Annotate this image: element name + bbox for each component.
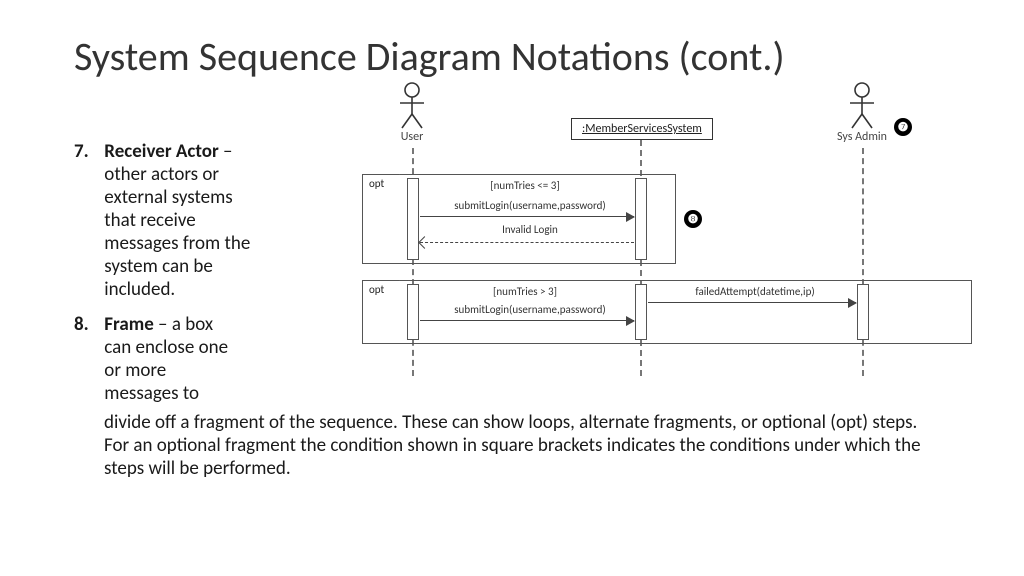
slide-title: System Sequence Diagram Notations (cont.… — [74, 34, 785, 80]
message-failed-attempt: failedAttempt(datetime,ip) — [670, 285, 840, 298]
frame-label: opt — [362, 280, 400, 298]
sequence-diagram: User :MemberServicesSystem Sys Admin opt… — [280, 86, 1000, 376]
message-submit-login-2: submitLogin(username,password) — [430, 303, 630, 316]
message-invalid-login: Invalid Login — [470, 223, 590, 236]
actor-sysadmin-label: Sys Admin — [822, 130, 902, 144]
arrow-m4 — [648, 302, 856, 303]
bullet-body: Frame – a box can enclose one or more me… — [104, 313, 234, 405]
callout-8: ❽ — [684, 210, 702, 228]
bullet-number: 8. — [74, 313, 100, 336]
guard-1: [numTries <= 3] — [450, 179, 600, 192]
bullet-term: Frame — [104, 313, 153, 336]
arrow-m1 — [420, 216, 634, 217]
object-system: :MemberServicesSystem — [571, 118, 713, 140]
bullet-number: 7. — [74, 140, 100, 163]
actor-user: User — [372, 82, 452, 144]
arrow-m2 — [420, 242, 634, 243]
bullet-text: – other actors or external systems that … — [104, 140, 250, 301]
actor-user-label: User — [372, 130, 452, 144]
callout-7: ❼ — [894, 118, 912, 136]
arrow-m3 — [420, 320, 634, 321]
stick-figure-icon — [397, 82, 427, 130]
message-submit-login-1: submitLogin(username,password) — [430, 199, 630, 212]
guard-2: [numTries > 3] — [450, 285, 600, 298]
stick-figure-icon — [847, 82, 877, 130]
bullet-body: Receiver Actor – other actors or externa… — [104, 140, 264, 301]
actor-sysadmin: Sys Admin — [822, 82, 902, 144]
frame-label: opt — [362, 174, 400, 192]
bullet-text-wide: divide off a fragment of the sequence. T… — [104, 411, 944, 480]
bullet-term: Receiver Actor — [104, 140, 218, 163]
